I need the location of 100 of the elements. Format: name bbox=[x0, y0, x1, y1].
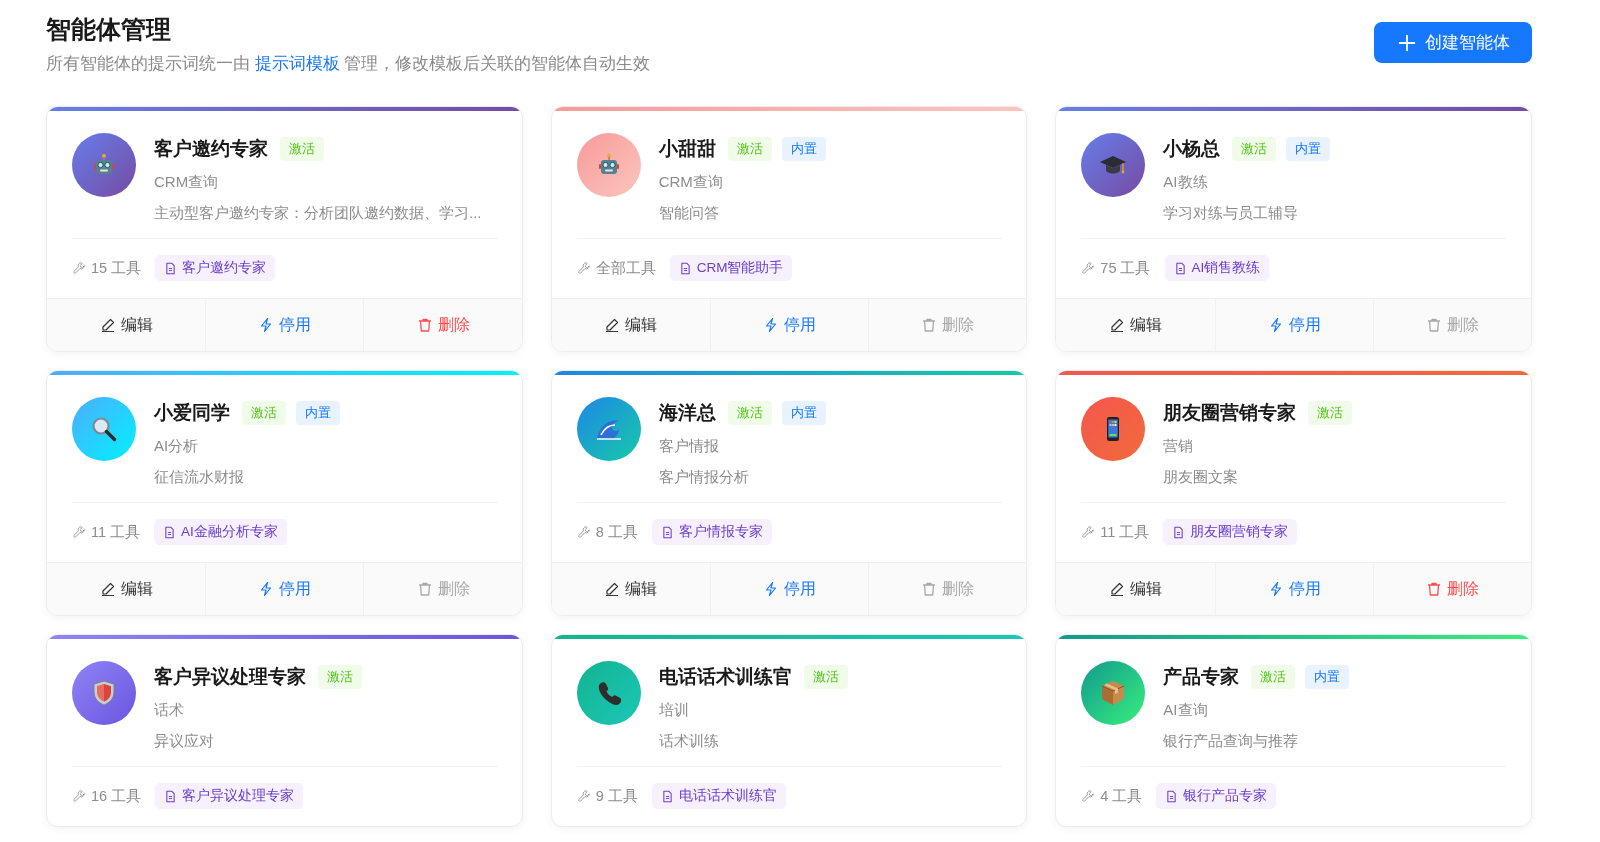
template-tag[interactable]: 朋友圈营销专家 bbox=[1163, 519, 1298, 545]
builtin-badge: 内置 bbox=[1305, 665, 1350, 689]
agent-description: 银行产品查询与推荐 bbox=[1163, 731, 1300, 751]
agent-description: 智能问答 bbox=[658, 203, 720, 223]
template-tag[interactable]: 银行产品专家 bbox=[1156, 783, 1277, 809]
disable-button[interactable]: 停用 bbox=[205, 563, 364, 615]
lightning-icon bbox=[763, 581, 779, 597]
agent-name: 朋友圈营销专家 bbox=[1163, 401, 1297, 425]
wrench-icon bbox=[1081, 261, 1096, 275]
tool-count: 16 工具 bbox=[91, 786, 142, 806]
pencil-icon bbox=[99, 581, 116, 597]
create-agent-button[interactable]: 创建智能体 bbox=[1374, 22, 1532, 63]
document-icon bbox=[678, 261, 692, 275]
wrench-icon bbox=[72, 789, 86, 803]
agent-name: 小杨总 bbox=[1163, 137, 1221, 161]
tool-count: 8 工具 bbox=[595, 522, 638, 542]
agent-description: 客户情报分析 bbox=[658, 467, 750, 487]
trash-icon bbox=[416, 581, 433, 597]
disable-button[interactable]: 停用 bbox=[709, 299, 869, 351]
agent-name: 产品专家 bbox=[1163, 665, 1240, 689]
trash-icon bbox=[921, 581, 938, 597]
tool-count: 11 工具 bbox=[91, 522, 141, 542]
template-tag[interactable]: 客户邀约专家 bbox=[155, 255, 276, 281]
document-icon bbox=[660, 789, 674, 803]
template-tag[interactable]: AI销售教练 bbox=[1164, 255, 1270, 281]
delete-button[interactable]: 删除 bbox=[363, 299, 522, 351]
template-tag[interactable]: 电话话术训练官 bbox=[651, 783, 786, 809]
agent-name: 小爱同学 bbox=[154, 401, 230, 425]
document-icon bbox=[1172, 525, 1186, 539]
status-badge: 激活 bbox=[1251, 665, 1296, 689]
agent-name: 客户邀约专家 bbox=[154, 137, 268, 161]
disable-button[interactable]: 停用 bbox=[709, 563, 869, 615]
builtin-badge: 内置 bbox=[781, 137, 826, 161]
status-badge: 激活 bbox=[1308, 401, 1353, 425]
status-badge: 激活 bbox=[727, 137, 772, 161]
edit-button[interactable]: 编辑 bbox=[47, 299, 206, 351]
template-tag[interactable]: 客户异议处理专家 bbox=[155, 783, 304, 809]
edit-button[interactable]: 编辑 bbox=[551, 563, 710, 615]
template-link[interactable]: 提示词模板 bbox=[254, 54, 340, 72]
agent-description: 征信流水财报 bbox=[154, 467, 245, 487]
trash-icon bbox=[1425, 581, 1442, 597]
tool-count: 11 工具 bbox=[1100, 522, 1150, 542]
agent-name: 海洋总 bbox=[658, 401, 716, 425]
agent-description: 异议应对 bbox=[154, 731, 215, 751]
agent-name: 小甜甜 bbox=[658, 137, 716, 161]
tool-count: 9 工具 bbox=[595, 786, 638, 806]
wrench-icon bbox=[576, 261, 591, 275]
agent-category: CRM查询 bbox=[658, 172, 724, 192]
builtin-badge: 内置 bbox=[1286, 137, 1331, 161]
document-icon bbox=[1165, 789, 1179, 803]
agent-category: AI教练 bbox=[1163, 172, 1209, 192]
tool-count: 全部工具 bbox=[595, 258, 656, 278]
builtin-badge: 内置 bbox=[781, 401, 826, 425]
agent-category: AI查询 bbox=[1163, 700, 1209, 720]
document-icon bbox=[1173, 261, 1187, 275]
disable-button[interactable]: 停用 bbox=[1214, 299, 1373, 351]
template-tag[interactable]: AI金融分析专家 bbox=[154, 519, 287, 545]
agent-description: 主动型客户邀约专家：分析团队邀约数据、学习... bbox=[154, 203, 482, 223]
status-badge: 激活 bbox=[727, 401, 772, 425]
agent-category: 培训 bbox=[658, 700, 690, 720]
delete-button[interactable]: 删除 bbox=[1372, 563, 1531, 615]
status-badge: 激活 bbox=[242, 401, 286, 425]
pencil-icon bbox=[99, 317, 116, 333]
page-title: 智能体管理 bbox=[46, 14, 172, 45]
edit-button[interactable]: 编辑 bbox=[551, 299, 710, 351]
agent-category: CRM查询 bbox=[154, 172, 220, 192]
edit-button[interactable]: 编辑 bbox=[1056, 563, 1215, 615]
document-icon bbox=[164, 261, 178, 275]
document-icon bbox=[163, 525, 177, 539]
document-icon bbox=[164, 789, 178, 803]
template-tag[interactable]: 客户情报专家 bbox=[651, 519, 772, 545]
agent-description: 话术训练 bbox=[658, 731, 720, 751]
wrench-icon bbox=[72, 261, 86, 275]
agent-category: 客户情报 bbox=[658, 436, 720, 456]
trash-icon bbox=[416, 317, 433, 333]
agent-name: 客户异议处理专家 bbox=[154, 665, 306, 689]
lightning-icon bbox=[763, 317, 779, 333]
document-icon bbox=[660, 525, 674, 539]
pencil-icon bbox=[604, 581, 621, 597]
disable-button[interactable]: 停用 bbox=[1214, 563, 1373, 615]
status-badge: 激活 bbox=[803, 665, 848, 689]
agent-description: 朋友圈文案 bbox=[1163, 467, 1240, 487]
agent-category: 营销 bbox=[1163, 436, 1195, 456]
disable-button[interactable]: 停用 bbox=[205, 299, 364, 351]
agent-name: 电话话术训练官 bbox=[658, 665, 792, 689]
edit-button[interactable]: 编辑 bbox=[47, 563, 206, 615]
status-badge: 激活 bbox=[1232, 137, 1277, 161]
trash-icon bbox=[1425, 317, 1442, 333]
agent-category: 话术 bbox=[154, 700, 185, 720]
trash-icon bbox=[921, 317, 938, 333]
agent-description: 学习对练与员工辅导 bbox=[1163, 203, 1300, 223]
agent-category: AI分析 bbox=[154, 436, 200, 456]
edit-button[interactable]: 编辑 bbox=[1056, 299, 1215, 351]
builtin-badge: 内置 bbox=[296, 401, 340, 425]
pencil-icon bbox=[1108, 581, 1125, 597]
page-subtitle: 所有智能体的提示词统一由 提示词模板 管理，修改模板后关联的智能体自动生效 bbox=[46, 53, 651, 74]
tool-count: 75 工具 bbox=[1100, 258, 1151, 278]
template-tag[interactable]: CRM智能助手 bbox=[669, 255, 793, 281]
pencil-icon bbox=[604, 317, 621, 333]
status-badge: 激活 bbox=[280, 137, 324, 161]
